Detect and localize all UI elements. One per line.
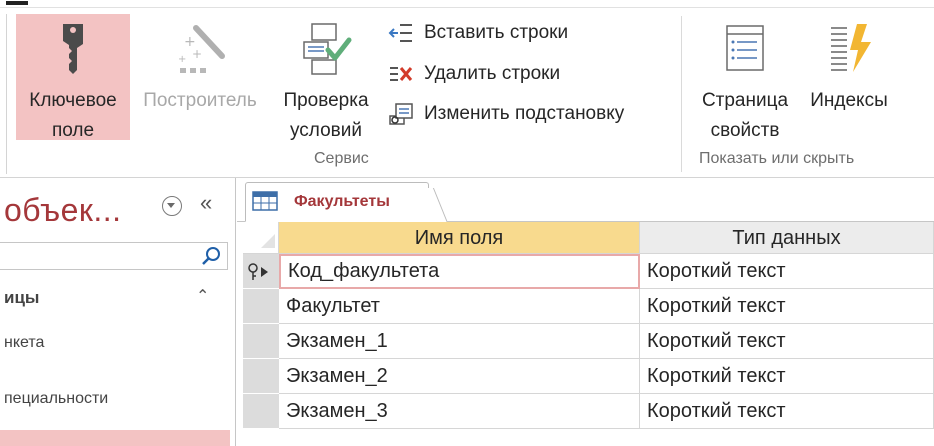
ribbon-left-divider [6,14,7,174]
data-type-cell[interactable]: Короткий текст [640,359,934,394]
builder-wand-icon: + + + [178,25,225,73]
group-label-tools: Сервис [314,150,369,167]
test-validation-label: Проверка условий [270,86,382,146]
group-separator [681,16,682,172]
svg-text:+: + [192,47,202,61]
tab-label: Факультеты [294,193,390,210]
select-all-corner[interactable] [243,222,279,254]
primary-key-label-line1: Ключевое [29,90,117,111]
primary-key-label-line2: поле [51,120,95,141]
insert-rows-label: Вставить строки [424,22,569,43]
table-row[interactable]: Экзамен_1 Короткий текст [243,324,934,359]
modify-lookups-icon [389,103,413,125]
primary-key-row-icon [248,263,268,280]
column-header-data-type[interactable]: Тип данных [640,222,934,254]
nav-item-anketa[interactable]: нкета [4,334,44,352]
delete-rows-button[interactable]: Удалить строки [388,59,560,89]
nav-collapse-button[interactable]: « [200,190,212,216]
row-selector[interactable] [243,289,279,324]
field-name-cell[interactable]: Факультет [279,289,640,324]
property-sheet-button[interactable]: Страница свойств [688,14,802,141]
property-sheet-icon [726,25,764,71]
data-type-cell[interactable]: Короткий текст [640,289,934,324]
test-validation-label-line2: условий [290,120,362,141]
nav-section-header[interactable]: ицы [4,288,39,308]
modify-lookups-button[interactable]: Изменить подстановку [388,99,624,129]
group-label-show-hide: Показать или скрыть [699,150,855,167]
navigation-pane: объек... « ицы ⌃ нкета пециальности [0,178,236,446]
indexes-label: Индексы [802,86,896,116]
test-validation-label-line1: Проверка [283,90,369,111]
ribbon: Ключевое поле + + + Построитель Проверка… [0,0,934,178]
field-name-cell[interactable]: Экзамен_1 [279,324,640,359]
nav-pane-title[interactable]: объек... [4,192,122,229]
column-header-field-name[interactable]: Имя поля [279,222,640,254]
validation-rules-icon [303,23,352,75]
property-sheet-label-line1: Страница [701,90,789,111]
property-sheet-label-line2: свойств [710,120,780,141]
test-validation-button[interactable]: Проверка условий [270,14,382,141]
row-selector[interactable] [243,359,279,394]
nav-item-specialnosti[interactable]: пециальности [4,390,108,408]
primary-key-label: Ключевое поле [16,86,130,146]
document-area: Факультеты Имя поля Тип данных Код_факул… [237,178,934,446]
delete-rows-icon [390,67,413,81]
key-icon [63,24,83,74]
ribbon-top-strip [0,0,934,8]
row-selector[interactable] [243,394,279,429]
data-type-cell[interactable]: Короткий текст [640,254,934,289]
dropdown-circle-icon[interactable] [162,196,182,216]
indexes-label-line1: Индексы [810,90,888,111]
data-type-cell[interactable]: Короткий текст [640,324,934,359]
table-row[interactable]: Код_факультета Короткий текст [243,254,934,289]
field-name-cell[interactable]: Код_факультета [279,254,640,289]
svg-text:+: + [178,54,186,65]
field-name-cell[interactable]: Экзамен_3 [279,394,640,429]
insert-rows-icon [388,24,412,42]
nav-search-input[interactable] [0,242,228,270]
field-name-cell[interactable]: Экзамен_2 [279,359,640,394]
builder-button[interactable]: + + + Построитель [131,14,269,140]
indexes-icon [831,24,871,72]
data-type-cell[interactable]: Короткий текст [640,394,934,429]
insert-rows-button[interactable]: Вставить строки [388,18,568,48]
row-selector[interactable] [243,254,279,289]
builder-label: Построитель [131,86,269,116]
row-selector[interactable] [243,324,279,359]
search-icon[interactable] [201,246,221,266]
primary-key-button[interactable]: Ключевое поле [16,14,130,141]
delete-rows-label: Удалить строки [424,63,561,84]
table-row[interactable]: Экзамен_2 Короткий текст [243,359,934,394]
tab-fakultety[interactable]: Факультеты [245,182,429,222]
table-row[interactable]: Экзамен_3 Короткий текст [243,394,934,429]
modify-lookups-label: Изменить подстановку [424,103,625,124]
property-sheet-label: Страница свойств [688,86,802,146]
window-control-dash[interactable] [6,1,28,5]
indexes-button[interactable]: Индексы [802,14,896,140]
chevron-up-icon[interactable]: ⌃ [196,286,209,306]
builder-label-line1: Построитель [143,90,257,111]
nav-item-selected[interactable] [0,430,230,446]
table-row[interactable]: Факультет Короткий текст [243,289,934,324]
table-icon [252,191,278,211]
